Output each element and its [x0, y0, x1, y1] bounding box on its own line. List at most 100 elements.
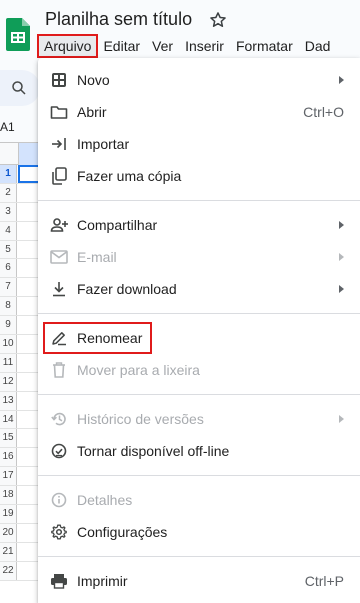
- grid-row[interactable]: 16: [0, 448, 40, 468]
- menu-item-label: E-mail: [77, 249, 117, 265]
- grid-row[interactable]: 21: [0, 542, 40, 562]
- menu-item-label: Imprimir: [77, 573, 128, 589]
- grid-row[interactable]: 19: [0, 505, 40, 524]
- menu-item-move-to-trash[interactable]: Mover para a lixeira: [38, 354, 360, 386]
- file-menu-dropdown: Novo Abrir Ctrl+O Importar Fazer uma cóp…: [38, 58, 360, 603]
- menu-item-new[interactable]: Novo: [38, 64, 360, 96]
- row-number[interactable]: 2: [0, 183, 17, 202]
- grid-row[interactable]: 18: [0, 486, 40, 506]
- menu-divider: [38, 475, 360, 476]
- shortcut-text: Ctrl+O: [303, 104, 344, 120]
- grid-row[interactable]: 11: [0, 353, 40, 373]
- grid-row[interactable]: 1: [0, 165, 40, 184]
- row-number[interactable]: 12: [0, 372, 17, 391]
- trash-icon: [50, 361, 68, 379]
- menu-item-download[interactable]: Fazer download: [38, 273, 360, 305]
- grid-row[interactable]: 5: [0, 240, 40, 260]
- submenu-arrow-icon: [339, 415, 344, 423]
- printer-icon: [50, 572, 68, 590]
- info-icon: [50, 491, 68, 509]
- grid-row[interactable]: 22: [0, 561, 40, 581]
- grid-row[interactable]: 3: [0, 202, 40, 222]
- row-number[interactable]: 18: [0, 486, 17, 505]
- row-number[interactable]: 17: [0, 467, 17, 486]
- copy-icon: [50, 167, 68, 185]
- row-number[interactable]: 22: [0, 561, 17, 580]
- row-number[interactable]: 7: [0, 278, 17, 297]
- menu-item-label: Tornar disponível off-line: [77, 443, 230, 459]
- row-number[interactable]: 14: [0, 410, 17, 429]
- row-number[interactable]: 21: [0, 542, 17, 561]
- menu-item-label: Importar: [77, 136, 130, 152]
- menu-data[interactable]: Dad: [299, 35, 337, 57]
- menu-view[interactable]: Ver: [146, 35, 179, 57]
- history-icon: [50, 410, 68, 428]
- menu-format[interactable]: Formatar: [230, 35, 299, 57]
- grid-row[interactable]: 4: [0, 221, 40, 241]
- row-number[interactable]: 20: [0, 523, 17, 542]
- app-header: Planilha sem título Arquivo Editar Ver I…: [0, 0, 360, 62]
- grid-row[interactable]: 20: [0, 523, 40, 543]
- menu-item-import[interactable]: Importar: [38, 128, 360, 160]
- grid-row[interactable]: 10: [0, 335, 40, 354]
- menu-item-make-offline[interactable]: Tornar disponível off-line: [38, 435, 360, 467]
- menu-item-details[interactable]: Detalhes: [38, 484, 360, 516]
- menu-bar: Arquivo Editar Ver Inserir Formatar Dad: [36, 34, 337, 58]
- rename-highlight-box: [43, 322, 152, 354]
- menu-item-version-history[interactable]: Histórico de versões: [38, 403, 360, 435]
- download-icon: [50, 280, 68, 298]
- menu-item-share[interactable]: Compartilhar: [38, 209, 360, 241]
- menus-search-pill[interactable]: [0, 70, 40, 106]
- row-number[interactable]: 10: [0, 335, 17, 353]
- grid-row[interactable]: 8: [0, 297, 40, 317]
- grid-row[interactable]: 7: [0, 278, 40, 298]
- menu-item-print[interactable]: Imprimir Ctrl+P: [38, 565, 360, 597]
- row-number[interactable]: 3: [0, 202, 17, 221]
- menu-item-open[interactable]: Abrir Ctrl+O: [38, 96, 360, 128]
- row-number[interactable]: 15: [0, 429, 17, 448]
- grid-row[interactable]: 15: [0, 429, 40, 449]
- row-number[interactable]: 5: [0, 240, 17, 259]
- menu-item-email[interactable]: E-mail: [38, 241, 360, 273]
- menu-item-label: Novo: [77, 72, 110, 88]
- grid-row[interactable]: 17: [0, 467, 40, 487]
- row-number[interactable]: 1: [0, 165, 17, 183]
- selected-cell[interactable]: [18, 165, 40, 183]
- grid-row[interactable]: 2: [0, 183, 40, 203]
- row-number[interactable]: 9: [0, 316, 17, 335]
- document-title[interactable]: Planilha sem título: [45, 9, 192, 30]
- menu-divider: [38, 313, 360, 314]
- menu-insert[interactable]: Inserir: [179, 35, 230, 57]
- submenu-arrow-icon: [339, 221, 344, 229]
- menu-item-label: Fazer download: [77, 281, 177, 297]
- menu-file[interactable]: Arquivo: [36, 34, 99, 58]
- name-box[interactable]: A1: [0, 120, 15, 134]
- menu-item-settings[interactable]: Configurações: [38, 516, 360, 548]
- row-number[interactable]: 13: [0, 391, 17, 410]
- row-number[interactable]: 11: [0, 353, 17, 372]
- row-number[interactable]: 8: [0, 297, 17, 316]
- menu-item-label: Histórico de versões: [77, 411, 204, 427]
- row-number[interactable]: 16: [0, 448, 17, 467]
- row-number[interactable]: 4: [0, 221, 17, 240]
- menu-item-make-copy[interactable]: Fazer uma cópia: [38, 160, 360, 192]
- menu-item-label: Mover para a lixeira: [77, 362, 200, 378]
- menu-edit[interactable]: Editar: [97, 35, 146, 57]
- menu-item-label: Fazer uma cópia: [77, 168, 182, 184]
- column-a-header[interactable]: [18, 143, 40, 165]
- row-number[interactable]: 19: [0, 505, 17, 523]
- grid-row[interactable]: 13: [0, 391, 40, 411]
- sheets-logo-icon[interactable]: [6, 18, 30, 51]
- grid-row[interactable]: 14: [0, 410, 40, 430]
- grid-row[interactable]: 12: [0, 372, 40, 392]
- grid-row[interactable]: 9: [0, 316, 40, 336]
- grid-row[interactable]: 6: [0, 259, 40, 279]
- menu-item-label: Detalhes: [77, 492, 133, 508]
- row-number[interactable]: 6: [0, 259, 17, 278]
- new-sheet-icon: [50, 71, 68, 89]
- menu-item-label: Compartilhar: [77, 217, 158, 233]
- star-icon[interactable]: [208, 10, 228, 30]
- menu-divider: [38, 556, 360, 557]
- submenu-arrow-icon: [339, 253, 344, 261]
- grid-corner[interactable]: [0, 143, 40, 165]
